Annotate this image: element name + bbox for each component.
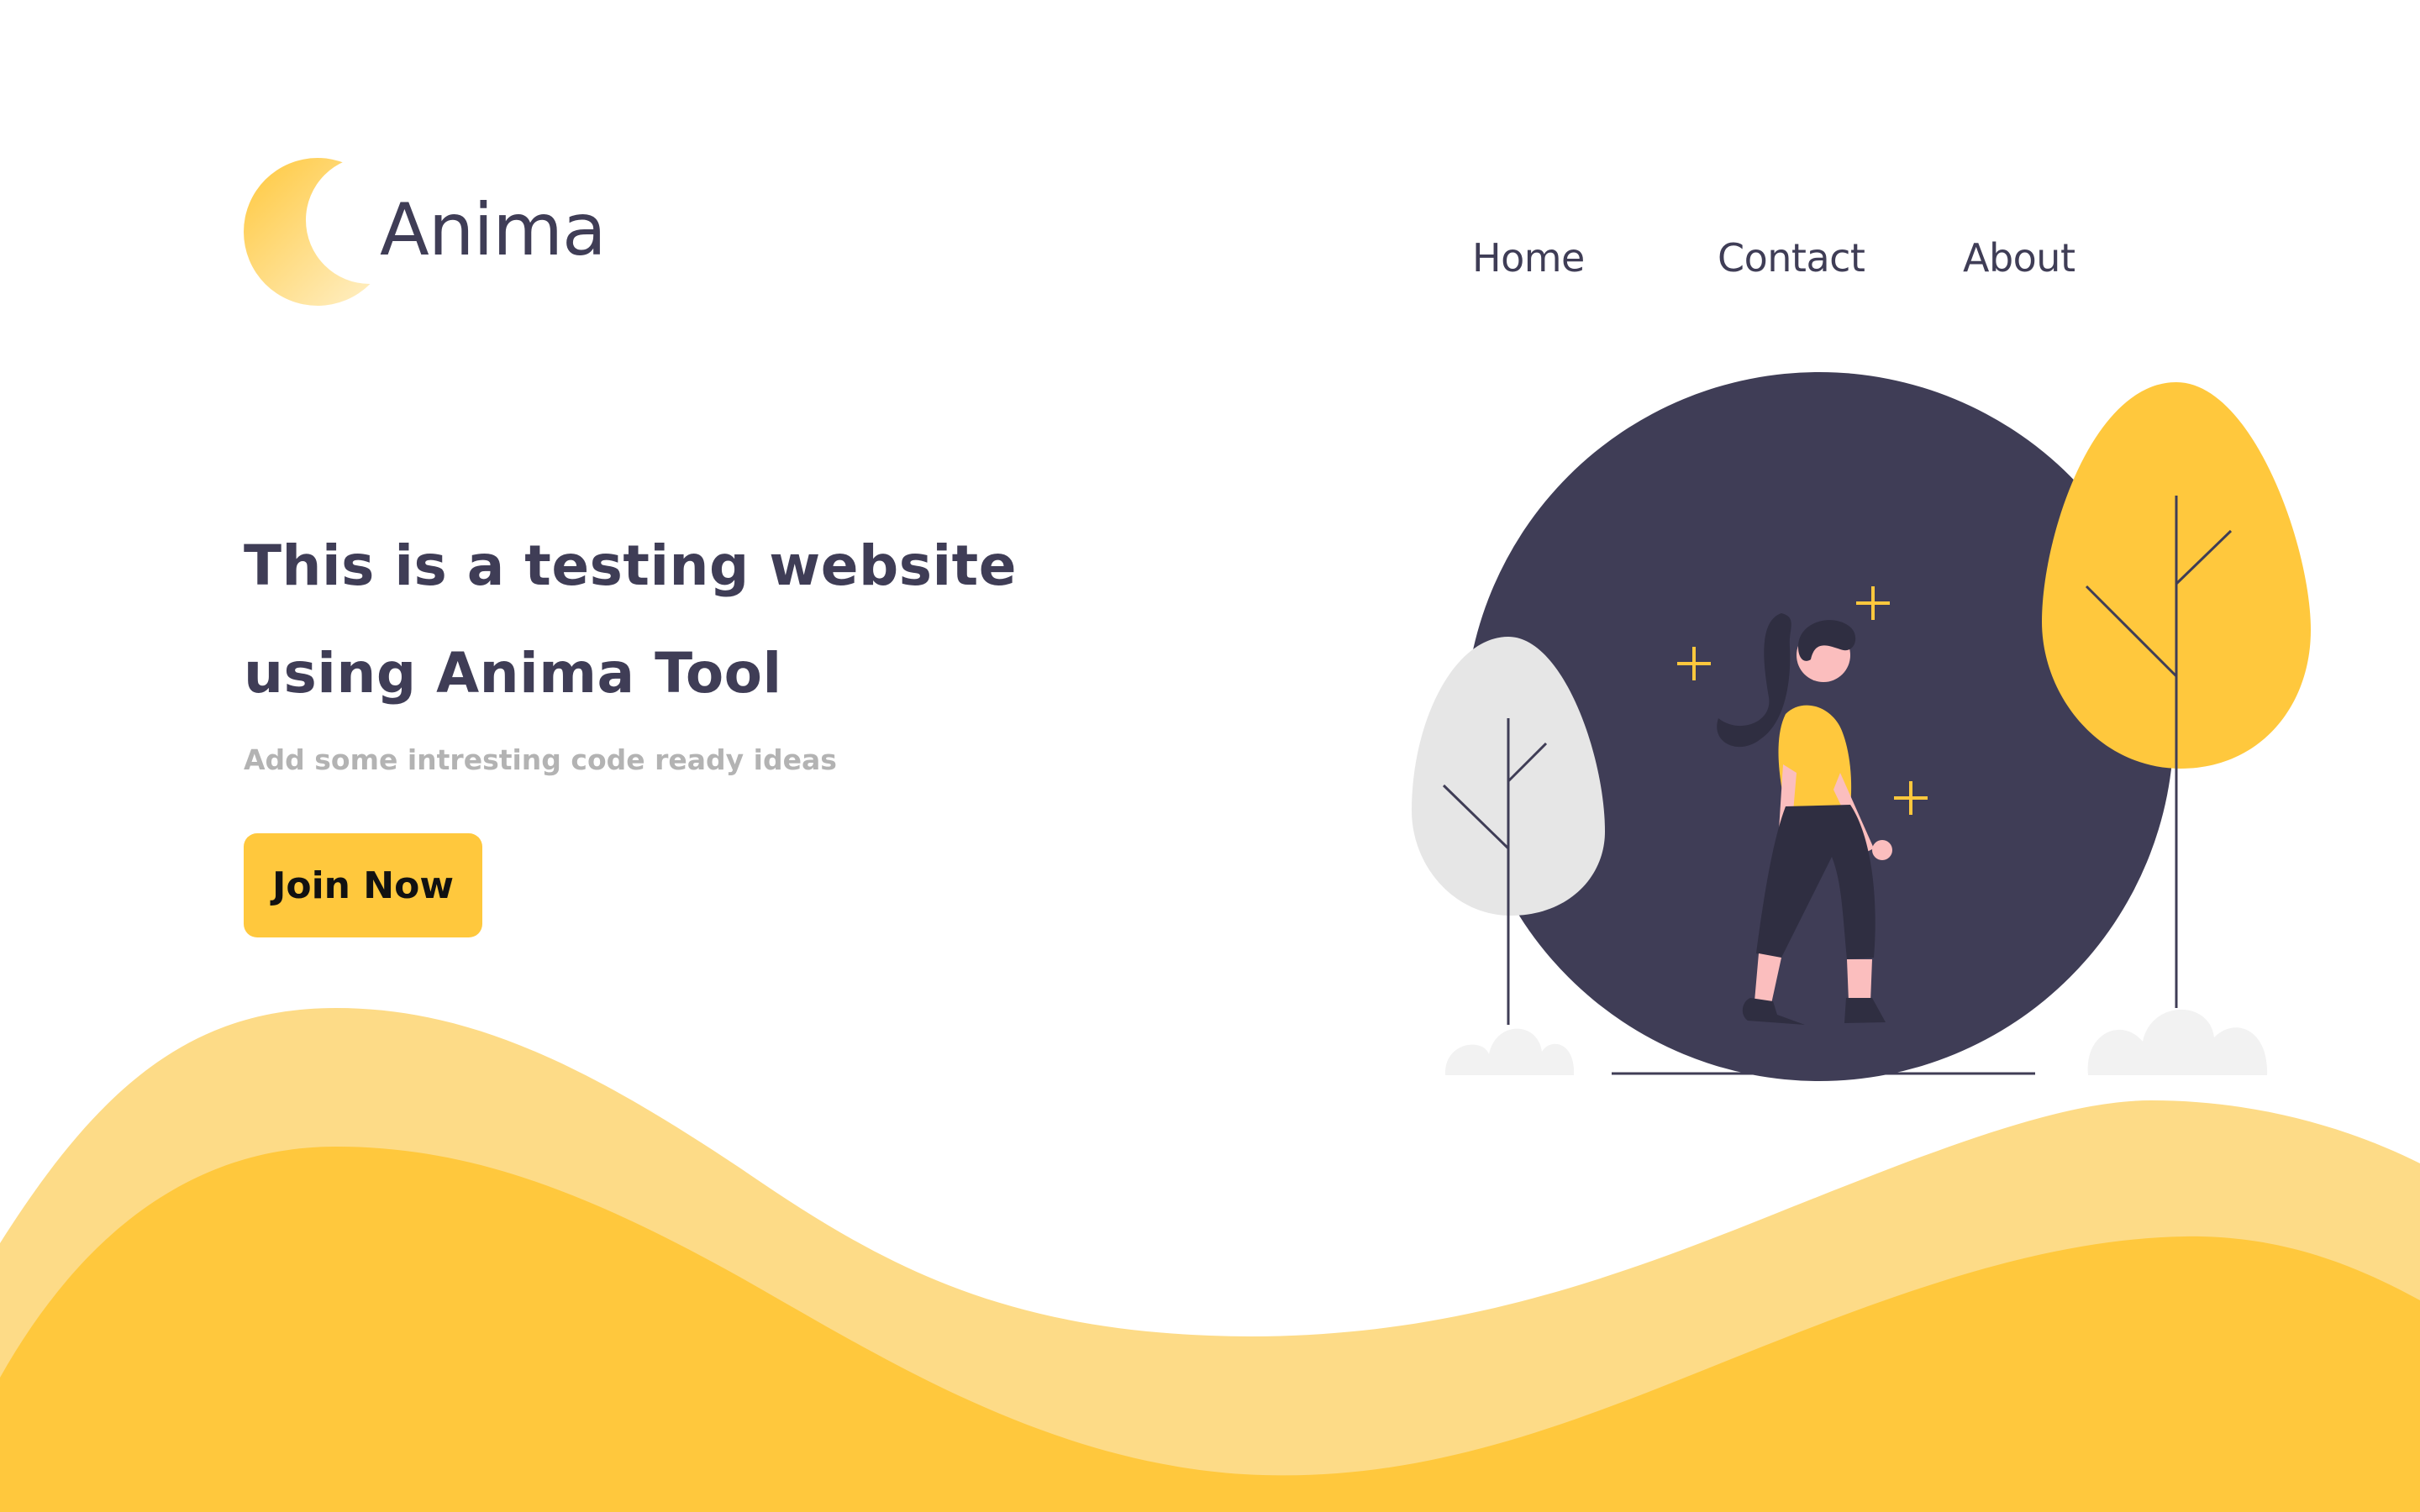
- hero-title-line-1: This is a testing website: [244, 533, 1017, 598]
- nav-about-link[interactable]: About: [1963, 228, 2075, 287]
- nav-home-link[interactable]: Home: [1472, 228, 1585, 287]
- woman-walking-illustration: [1412, 372, 2311, 1081]
- hero-section: This is a testing website using Anima To…: [244, 512, 1252, 937]
- nav-contact-link[interactable]: Contact: [1718, 228, 1865, 287]
- join-now-button[interactable]: Join Now: [244, 833, 482, 937]
- hero-title-line-2: using Anima Tool: [244, 641, 782, 706]
- right-bush: [2087, 1009, 2268, 1075]
- main-nav: Home Contact About: [0, 228, 2420, 287]
- left-bush: [1444, 1028, 1575, 1075]
- landing-page: Anima Home Contact About This is a testi…: [0, 0, 2420, 1512]
- hero-subtitle: Add some intresting code ready ideas: [244, 743, 837, 776]
- hero-title: This is a testing website using Anima To…: [244, 512, 1252, 727]
